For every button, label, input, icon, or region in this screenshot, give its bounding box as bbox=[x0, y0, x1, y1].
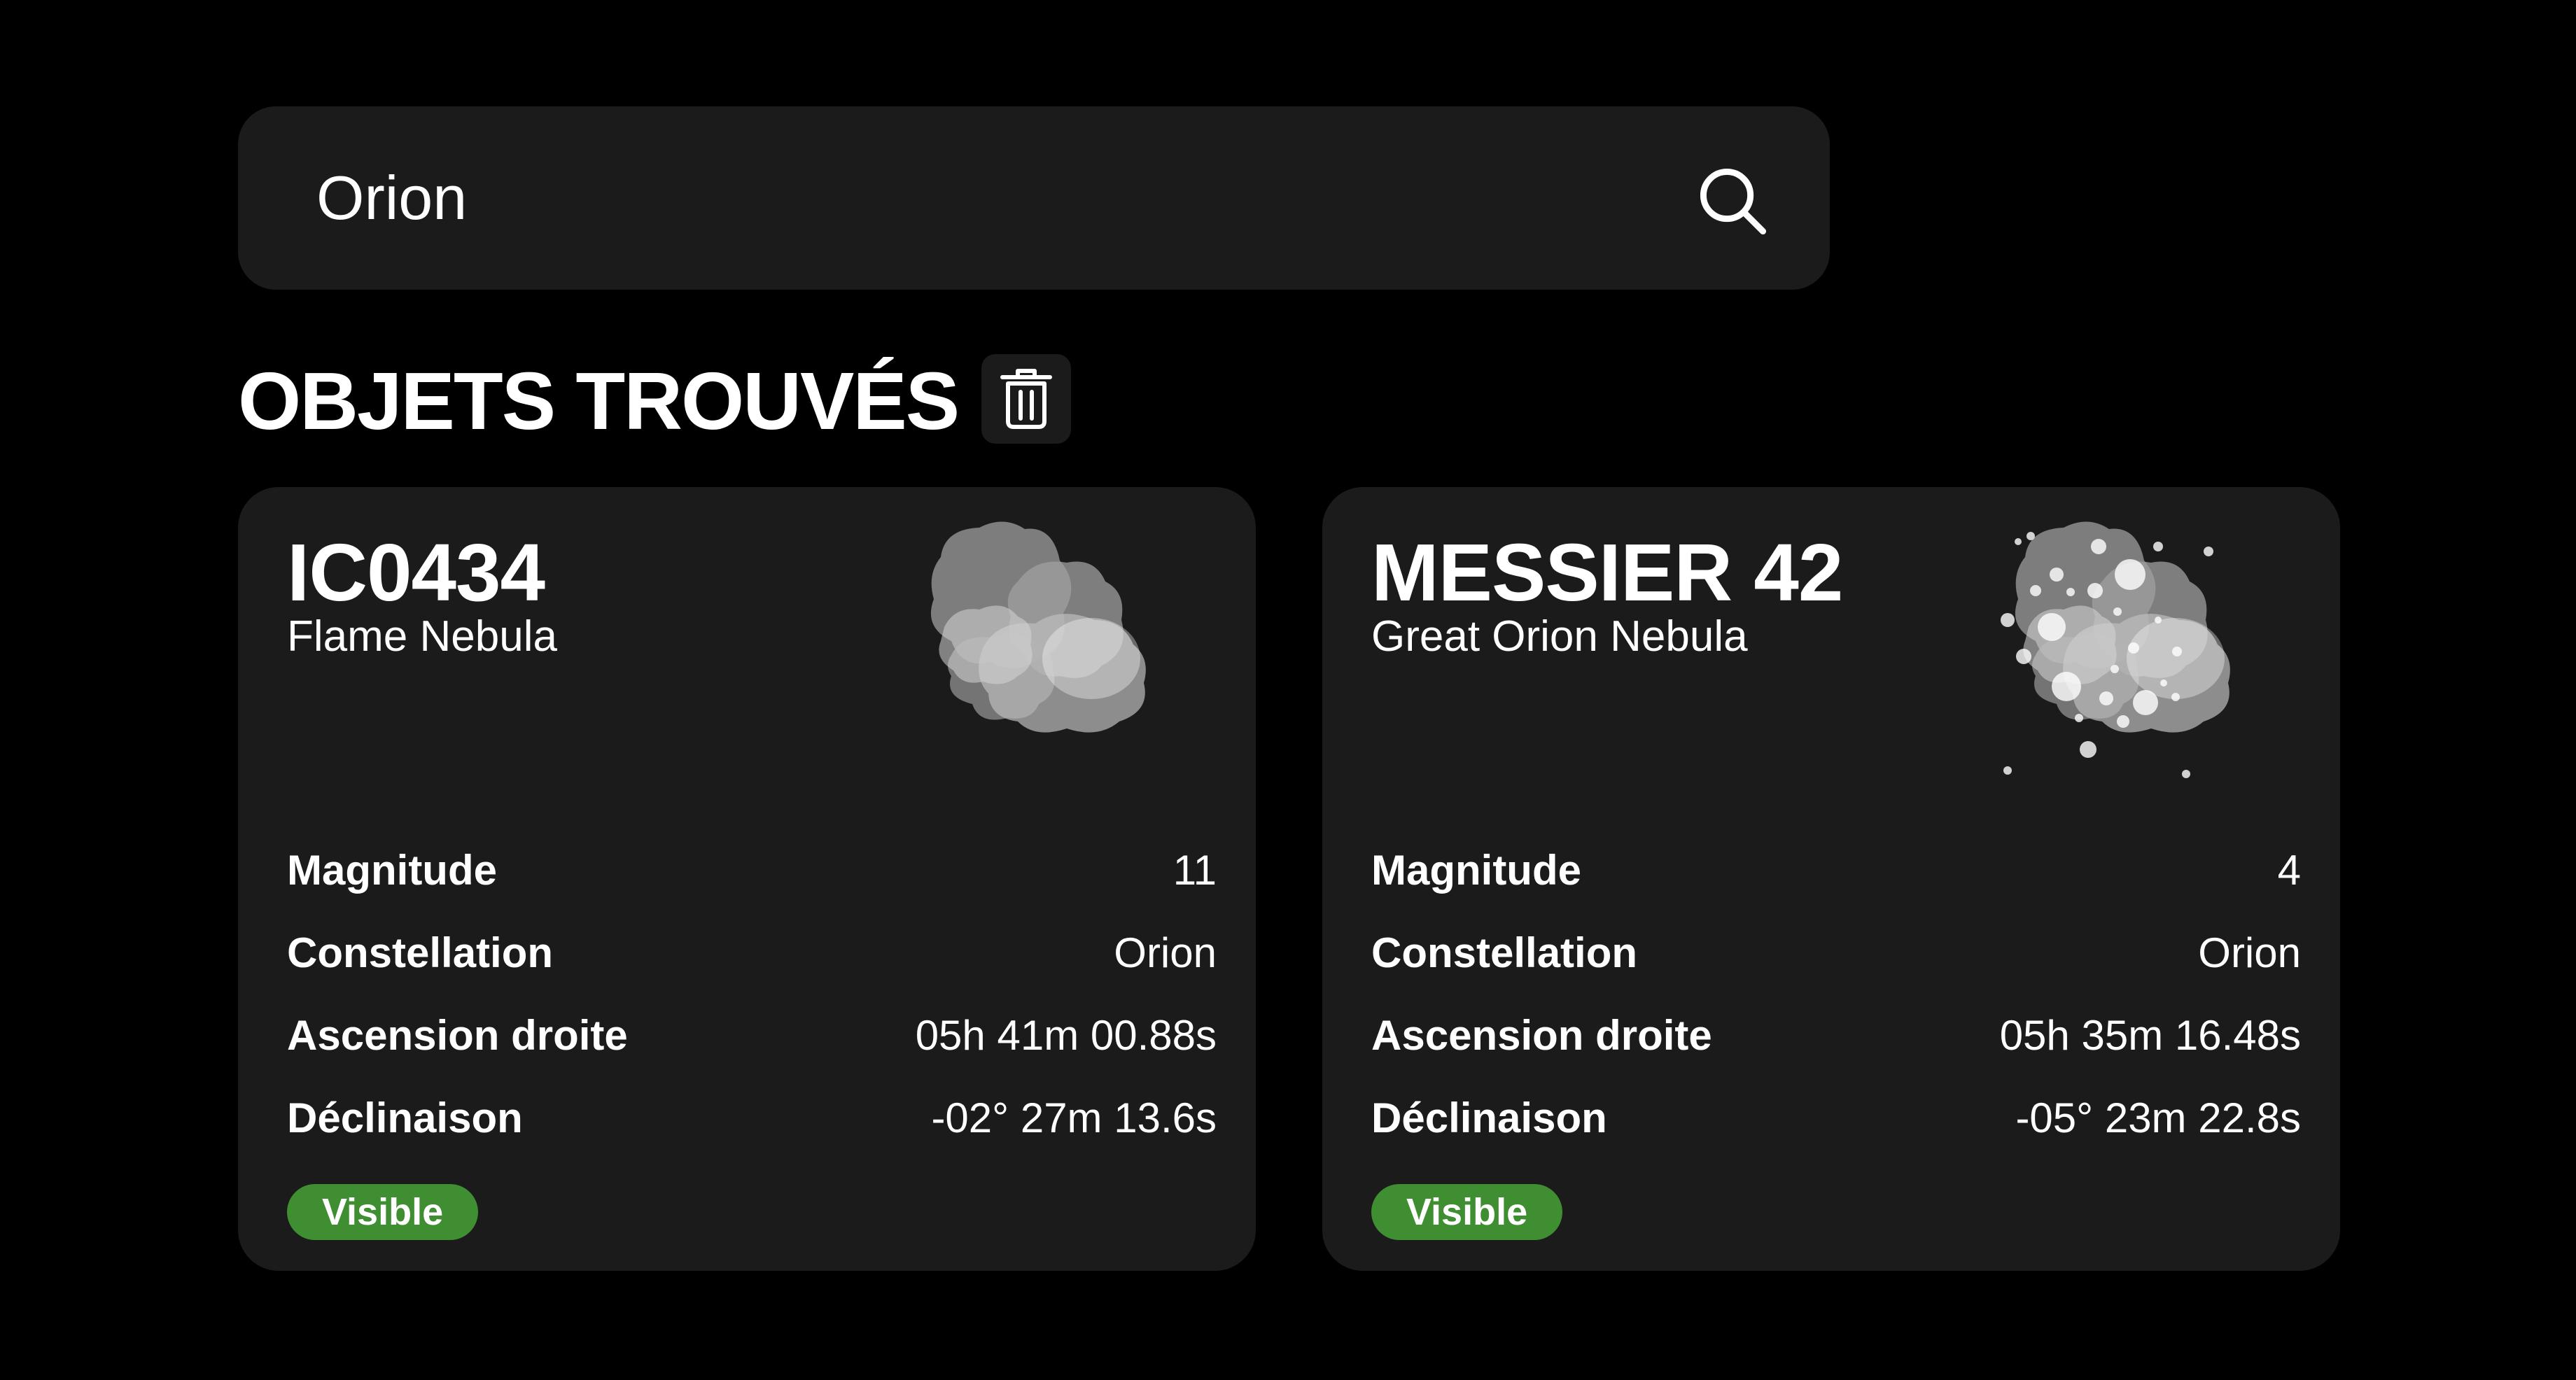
section-title: OBJETS TROUVÉS bbox=[238, 355, 960, 446]
property-value: 05h 41m 00.88s bbox=[915, 1011, 1217, 1059]
property-value: 4 bbox=[2277, 846, 2301, 894]
property-label: Déclinaison bbox=[1371, 1094, 1607, 1141]
property-row-constellation: Constellation Orion bbox=[1371, 911, 2301, 994]
result-card-ic0434[interactable]: IC0434 Flame Nebula Magnitude 11 Constel… bbox=[238, 487, 1256, 1271]
result-card-messier-42[interactable]: MESSIER 42 Great Orion Nebula Magnitude … bbox=[1322, 487, 2340, 1271]
trash-icon bbox=[1000, 369, 1052, 429]
property-value: -02° 27m 13.6s bbox=[931, 1094, 1217, 1141]
property-value: Orion bbox=[2198, 929, 2301, 976]
property-value: 05h 35m 16.48s bbox=[1999, 1011, 2301, 1059]
property-value: 11 bbox=[1172, 846, 1217, 894]
property-label: Constellation bbox=[287, 929, 554, 976]
property-label: Magnitude bbox=[287, 846, 497, 894]
property-value: -05° 23m 22.8s bbox=[2015, 1094, 2301, 1141]
object-name: Flame Nebula bbox=[287, 612, 557, 661]
search-icon[interactable] bbox=[1694, 162, 1772, 241]
nebula-with-stars-icon bbox=[2001, 521, 2230, 778]
properties-list: Magnitude 4 Constellation Orion Ascensio… bbox=[1371, 829, 2301, 1159]
property-label: Déclinaison bbox=[287, 1094, 523, 1141]
object-name: Great Orion Nebula bbox=[1371, 612, 1748, 661]
property-row-declination: Déclinaison -05° 23m 22.8s bbox=[1371, 1076, 2301, 1159]
property-label: Ascension droite bbox=[287, 1011, 628, 1059]
property-row-magnitude: Magnitude 11 bbox=[287, 829, 1217, 911]
status-badge: Visible bbox=[287, 1184, 479, 1240]
search-input[interactable] bbox=[316, 106, 1646, 290]
property-row-right-ascension: Ascension droite 05h 35m 16.48s bbox=[1371, 994, 2301, 1076]
property-row-declination: Déclinaison -02° 27m 13.6s bbox=[287, 1076, 1217, 1159]
property-label: Magnitude bbox=[1371, 846, 1581, 894]
property-row-magnitude: Magnitude 4 bbox=[1371, 829, 2301, 911]
property-label: Ascension droite bbox=[1371, 1011, 1712, 1059]
property-row-constellation: Constellation Orion bbox=[287, 911, 1217, 994]
clear-results-button[interactable] bbox=[981, 354, 1071, 444]
object-id: IC0434 bbox=[287, 527, 545, 618]
nebula-icon bbox=[930, 521, 1146, 733]
status-badge: Visible bbox=[1371, 1184, 1563, 1240]
object-id: MESSIER 42 bbox=[1371, 527, 1843, 618]
property-row-right-ascension: Ascension droite 05h 41m 00.88s bbox=[287, 994, 1217, 1076]
search-bar bbox=[238, 106, 1830, 290]
property-value: Orion bbox=[1114, 929, 1217, 976]
property-label: Constellation bbox=[1371, 929, 1638, 976]
properties-list: Magnitude 11 Constellation Orion Ascensi… bbox=[287, 829, 1217, 1159]
